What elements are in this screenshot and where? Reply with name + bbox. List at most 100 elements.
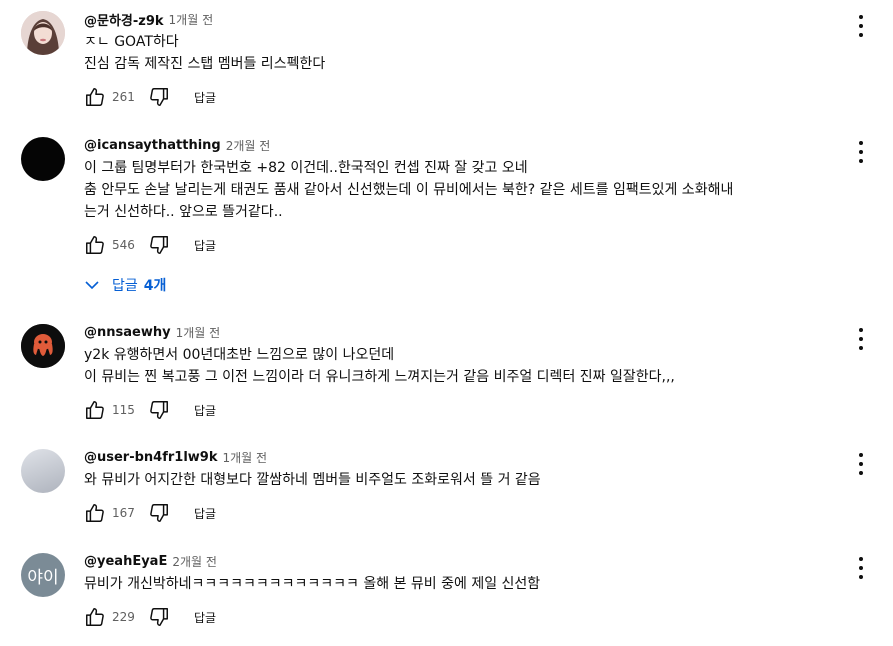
more-dots-icon (859, 575, 863, 579)
like-button[interactable] (84, 606, 106, 628)
like-count: 229 (112, 610, 135, 624)
dislike-button[interactable] (148, 606, 170, 628)
comment-body: @yeahEyaE 2개월 전 뮤비가 개신박하네ㅋㅋㅋㅋㅋㅋㅋㅋㅋㅋㅋㅋㅋ 올… (84, 551, 833, 635)
more-dots-icon (859, 15, 863, 19)
thumbs-up-icon (86, 88, 104, 106)
comment-line: 와 뮤비가 어지간한 대형보다 깔쌈하네 멤버들 비주얼도 조화로워서 뜰 거 … (84, 472, 541, 488)
more-dots-icon (859, 33, 863, 37)
reply-button[interactable]: 답글 (194, 89, 216, 106)
comment-actions: 115 답글 (84, 392, 833, 428)
comment-line: 이 그룹 팀명부터가 한국번호 +82 이건데..한국적인 컨셉 진짜 잘 갖고… (84, 160, 528, 176)
comment-header: @yeahEyaE 2개월 전 (84, 551, 833, 571)
more-dots-icon (859, 471, 863, 475)
thumbs-down-icon (150, 236, 168, 254)
more-dots-icon (859, 557, 863, 561)
comment-header: @user-bn4fr1lw9k 1개월 전 (84, 447, 833, 467)
more-dots-icon (859, 328, 863, 332)
reply-button[interactable]: 답글 (194, 402, 216, 419)
thumbs-down-icon (150, 504, 168, 522)
replies-count: 4개 (143, 278, 167, 294)
more-actions-button[interactable] (855, 453, 867, 475)
avatar[interactable] (21, 11, 65, 55)
thumbs-up-icon (86, 608, 104, 626)
thumbs-down-icon (150, 401, 168, 419)
more-dots-icon (859, 150, 863, 154)
like-count: 167 (112, 506, 135, 520)
comment-author[interactable]: @yeahEyaE (84, 554, 167, 569)
comment-text: 뮤비가 개신박하네ㅋㅋㅋㅋㅋㅋㅋㅋㅋㅋㅋㅋㅋ 올해 본 뮤비 중에 제일 신선함 (84, 573, 833, 595)
reply-button[interactable]: 답글 (194, 505, 216, 522)
avatar[interactable]: 야이 (21, 553, 65, 597)
comment-line: ㅈㄴ GOAT하다 (84, 34, 179, 50)
comment-line: 뮤비가 개신박하네ㅋㅋㅋㅋㅋㅋㅋㅋㅋㅋㅋㅋㅋ 올해 본 뮤비 중에 제일 신선함 (84, 576, 541, 592)
more-dots-icon (859, 141, 863, 145)
comment-time[interactable]: 2개월 전 (172, 553, 217, 570)
avatar-initials: 야이 (27, 567, 59, 588)
more-actions-button[interactable] (855, 15, 867, 37)
more-dots-icon (859, 337, 863, 341)
comment-text: ㅈㄴ GOAT하다 진심 감독 제작진 스탭 멤버들 리스펙한다 (84, 31, 833, 75)
like-count: 546 (112, 238, 135, 252)
comment-time[interactable]: 1개월 전 (169, 11, 214, 28)
avatar[interactable] (21, 137, 65, 181)
comment-line: 는거 신선하다.. 앞으로 뜰거같다.. (84, 204, 283, 220)
avatar-portrait-icon (21, 11, 65, 55)
comment-text: 이 그룹 팀명부터가 한국번호 +82 이건데..한국적인 컨셉 진짜 잘 갖고… (84, 157, 833, 223)
comment-body: @nnsaewhy 1개월 전 y2k 유행하면서 00년대초반 느낌으로 많이… (84, 322, 833, 428)
comment-body: @문하경-z9k 1개월 전 ㅈㄴ GOAT하다 진심 감독 제작진 스탭 멤버… (84, 9, 833, 115)
comment-author[interactable]: @icansaythatthing (84, 138, 221, 153)
like-count: 115 (112, 403, 135, 417)
comment-line: 춤 안무도 손날 날리는게 태권도 품새 같아서 신선했는데 이 뮤비에서는 북… (84, 182, 734, 198)
more-dots-icon (859, 453, 863, 457)
comment-actions: 229 답글 (84, 599, 833, 635)
more-dots-icon (859, 159, 863, 163)
dislike-button[interactable] (148, 502, 170, 524)
comment-body: @user-bn4fr1lw9k 1개월 전 와 뮤비가 어지간한 대형보다 깔… (84, 447, 833, 531)
like-button[interactable] (84, 399, 106, 421)
avatar[interactable] (21, 449, 65, 493)
comment-author[interactable]: @nnsaewhy (84, 325, 171, 340)
replies-label: 답글 (112, 278, 138, 294)
more-actions-button[interactable] (855, 141, 867, 163)
comment-author[interactable]: @user-bn4fr1lw9k (84, 450, 218, 465)
like-button[interactable] (84, 86, 106, 108)
thumbs-down-icon (150, 608, 168, 626)
more-dots-icon (859, 346, 863, 350)
more-dots-icon (859, 462, 863, 466)
comment-header: @icansaythatthing 2개월 전 (84, 135, 833, 155)
comment-line: 진심 감독 제작진 스탭 멤버들 리스펙한다 (84, 56, 326, 72)
comment-text: 와 뮤비가 어지간한 대형보다 깔쌈하네 멤버들 비주얼도 조화로워서 뜰 거 … (84, 469, 833, 491)
comment-text: y2k 유행하면서 00년대초반 느낌으로 많이 나오던데 이 뮤비는 찐 복고… (84, 344, 833, 388)
more-actions-button[interactable] (855, 557, 867, 579)
comment-actions: 167 답글 (84, 495, 833, 531)
reply-button[interactable]: 답글 (194, 609, 216, 626)
more-actions-button[interactable] (855, 328, 867, 350)
comment-time[interactable]: 2개월 전 (226, 137, 271, 154)
avatar[interactable] (21, 324, 65, 368)
more-dots-icon (859, 566, 863, 570)
like-count: 261 (112, 90, 135, 104)
dislike-button[interactable] (148, 86, 170, 108)
chevron-down-icon (85, 281, 99, 290)
dislike-button[interactable] (148, 234, 170, 256)
comment-actions: 546 답글 (84, 227, 833, 263)
thumbs-down-icon (150, 88, 168, 106)
comment-author[interactable]: @문하경-z9k (84, 10, 164, 29)
octopus-avatar-icon (21, 324, 65, 368)
thumbs-up-icon (86, 236, 104, 254)
like-button[interactable] (84, 502, 106, 524)
thumbs-up-icon (86, 504, 104, 522)
dislike-button[interactable] (148, 399, 170, 421)
comment-body: @icansaythatthing 2개월 전 이 그룹 팀명부터가 한국번호 … (84, 135, 833, 263)
show-replies-button[interactable]: 답글 4개 (84, 275, 166, 295)
comment-time[interactable]: 1개월 전 (176, 324, 221, 341)
like-button[interactable] (84, 234, 106, 256)
comment-header: @문하경-z9k 1개월 전 (84, 9, 833, 29)
more-dots-icon (859, 24, 863, 28)
comment-line: y2k 유행하면서 00년대초반 느낌으로 많이 나오던데 (84, 347, 395, 363)
reply-button[interactable]: 답글 (194, 237, 216, 254)
comment-header: @nnsaewhy 1개월 전 (84, 322, 833, 342)
comment-line: 이 뮤비는 찐 복고풍 그 이전 느낌이라 더 유니크하게 느껴지는거 같음 비… (84, 369, 675, 385)
comment-actions: 261 답글 (84, 79, 833, 115)
comment-time[interactable]: 1개월 전 (223, 449, 268, 466)
